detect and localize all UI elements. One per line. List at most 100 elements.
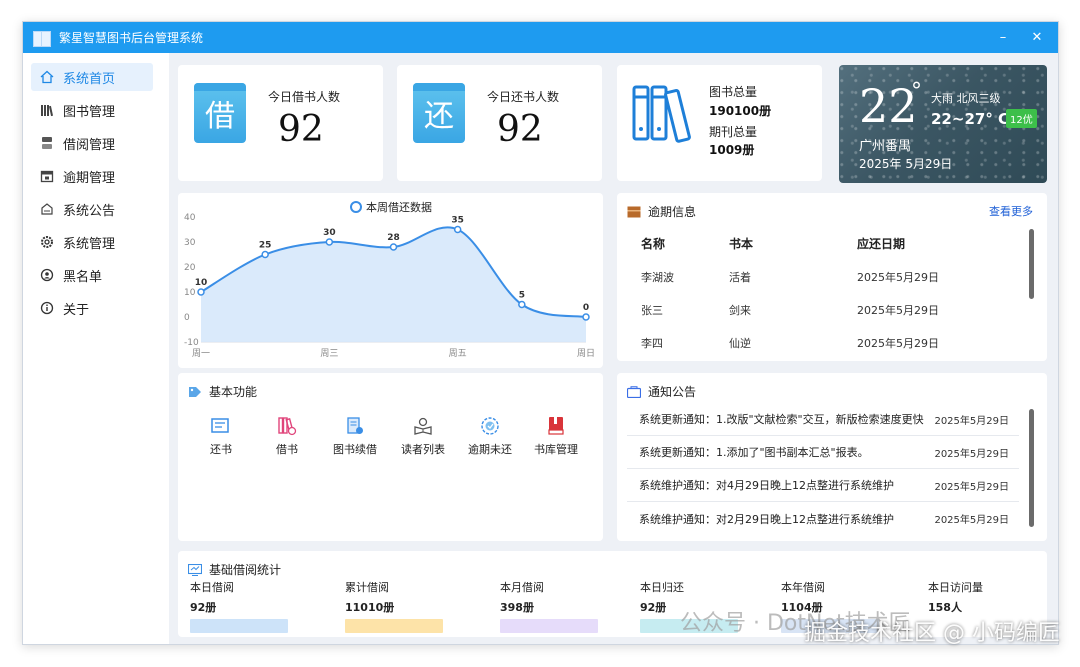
home-icon [39,69,55,85]
table-cell-date: 2025年5月29日 [857,271,939,284]
close-button[interactable]: ✕ [1020,22,1054,53]
data-label: 28 [387,233,400,243]
sidebar-item-label: 系统首页 [63,71,116,87]
table-cell-date: 2025年5月29日 [857,304,939,317]
function-label: 还书 [210,443,232,456]
stat-bar [190,619,288,633]
blacklist-icon [39,267,55,283]
column-header-name: 名称 [641,237,666,251]
data-point[interactable] [197,288,205,296]
renew-book-button[interactable]: 图书续借 [320,415,390,457]
notice-date: 2025年5月29日 [934,415,1009,427]
return-book-icon [210,415,232,437]
sidebar-item-books[interactable]: 图书管理 [31,96,153,124]
stat-value: 158人 [928,601,962,614]
title-bar: 繁星智慧图书后台管理系统 – ✕ [23,22,1058,53]
notice-item[interactable]: 系统更新通知：1.添加了"图书副本汇总"报表。 2025年5月29日 [627,436,1019,469]
window-title: 繁星智慧图书后台管理系统 [59,31,204,45]
borrow-stats-title-row: 基础借阅统计 [188,561,281,578]
x-tick-label: 周日 [577,348,595,359]
data-point[interactable] [261,250,269,259]
return-count-card: 还 今日还书人数 92 [397,65,602,181]
basic-functions-card: 基本功能 还书 借书 图书续借 读者列表 逾期未还 书库管理 [178,373,603,541]
renew-icon [344,415,366,437]
table-cell-book: 仙逆 [729,337,751,350]
stat-month-borrow: 本月借阅 398册 [500,579,598,633]
weather-condition: 大雨 北风三级 [931,92,1001,105]
y-tick-label: -10 [184,338,199,348]
notice-item[interactable]: 系统维护通知：对4月29日晚上12点整进行系统维护 2025年5月29日 [627,469,1019,502]
stat-today-borrow: 本日借阅 92册 [190,579,288,633]
sidebar-item-about[interactable]: 关于 [31,294,153,322]
readers-icon [412,415,434,437]
sidebar-item-overdue[interactable]: 逾期管理 [31,162,153,190]
stat-total-borrow: 累计借阅 11010册 [345,579,443,633]
sidebar-item-label: 黑名单 [63,269,103,285]
stat-label: 本日借阅 [190,581,234,594]
overdue-unreturned-button[interactable]: 逾期未还 [455,415,525,457]
notice-text: 系统更新通知：1.改版"文献检索"交互，新版检索速度更快 [639,413,924,426]
notice-date: 2025年5月29日 [934,448,1009,460]
return-badge-icon: 还 [413,83,465,143]
air-quality-badge: 12优 [1006,109,1037,128]
borrow-count-label: 今日借书人数 [268,90,341,104]
borrow-badge-icon: 借 [194,83,246,143]
monitor-icon [188,563,202,577]
notices-scrollbar[interactable] [1029,409,1034,527]
borrow-count-card: 借 今日借书人数 92 [178,65,383,181]
sidebar-item-settings[interactable]: 系统管理 [31,228,153,256]
periodical-total-label: 期刊总量 [709,125,758,139]
data-point[interactable] [518,300,526,309]
books-icon [39,102,55,118]
stat-value: 398册 [500,601,534,614]
return-count-value: 92 [497,109,543,150]
data-point[interactable] [453,225,462,234]
library-icon [545,415,567,437]
book-total-label: 图书总量 [709,85,758,99]
data-label: 0 [583,303,589,313]
notice-date: 2025年5月29日 [934,515,1009,526]
return-book-button[interactable]: 还书 [186,415,256,457]
sidebar-item-home[interactable]: 系统首页 [31,63,153,91]
sidebar-item-blacklist[interactable]: 黑名单 [31,261,153,289]
sidebar-item-label: 系统公告 [63,203,116,219]
tag-icon [188,385,202,399]
overdue-icon [479,415,501,437]
data-point[interactable] [582,313,590,321]
stat-value: 92册 [190,601,217,614]
library-management-button[interactable]: 书库管理 [521,415,591,457]
overdue-scrollbar[interactable] [1029,229,1034,299]
overdue-card: 逾期信息 查看更多 名称 书本 应还日期 李湖波 活着 2025年5月29日 张… [617,193,1047,361]
table-cell-name: 张三 [641,304,663,317]
data-label: 5 [519,291,525,301]
stat-label: 本日归还 [640,581,684,594]
notice-item[interactable]: 系统维护通知：对2月29日晚上12点整进行系统维护 2025年5月29日 [627,502,1019,535]
app-window: 繁星智慧图书后台管理系统 – ✕ 系统首页 图书管理 借阅管理 逾期管理 系统公… [22,21,1059,645]
borrow-book-button[interactable]: 借书 [252,415,322,457]
notice-item[interactable]: 系统更新通知：1.改版"文献检索"交互，新版检索速度更快 2025年5月29日 [627,403,1019,436]
table-cell-date: 2025年5月29日 [857,337,939,350]
weather-city: 广州番禺 [859,139,912,154]
sidebar-item-borrow[interactable]: 借阅管理 [31,129,153,157]
reader-list-button[interactable]: 读者列表 [388,415,458,457]
weather-card: 22 ° 大雨 北风三级 22~27° C 12优 广州番禺 2025年 5月2… [839,65,1047,183]
sidebar-item-announcement[interactable]: 系统公告 [31,195,153,223]
view-more-link[interactable]: 查看更多 [989,203,1033,219]
data-point[interactable] [325,238,334,246]
weekly-chart-card: 本周借还数据 -10 0 10 20 30 40 周一 周三 周五 周日 10 25 30 28 35 5 0 [178,193,603,368]
notices-title-row: 通知公告 [627,383,696,400]
data-point[interactable] [389,243,398,251]
temperature-range: 22~27° C [931,110,1010,128]
notice-text: 系统维护通知：对4月29日晚上12点整进行系统维护 [639,479,894,492]
book-total-value: 190100册 [709,104,772,118]
minimize-button[interactable]: – [986,22,1020,53]
function-label: 逾期未还 [468,443,512,456]
notices-title: 通知公告 [648,385,697,399]
sidebar-item-label: 逾期管理 [63,170,116,186]
y-tick-label: 0 [184,313,190,323]
y-tick-label: 40 [184,213,196,223]
book-logo-icon [33,30,51,47]
sidebar-item-label: 关于 [63,302,90,318]
y-tick-label: 10 [184,288,196,298]
borrow-stats-title: 基础借阅统计 [209,563,282,577]
